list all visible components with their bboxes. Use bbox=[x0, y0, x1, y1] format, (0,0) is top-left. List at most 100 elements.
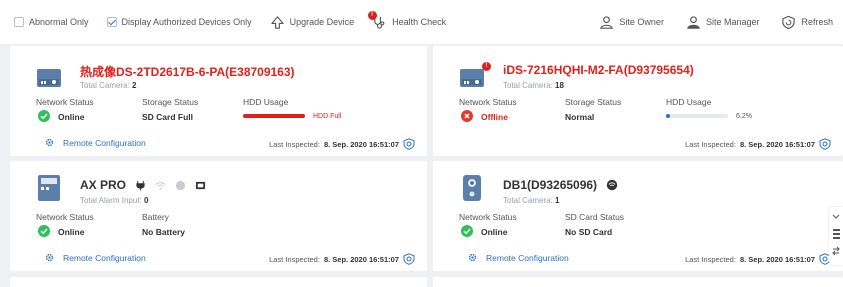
card-footer: Remote Configuration Last Inspected: 8. … bbox=[10, 130, 427, 156]
online-check-icon bbox=[38, 225, 50, 237]
device-card[interactable]: 热成像DS-2TD2617B-6-PA(E38709163) Total Cam… bbox=[10, 46, 427, 156]
battery-value: No Battery bbox=[142, 227, 185, 237]
refresh-label: Refresh bbox=[801, 17, 833, 27]
display-authorized-check-box[interactable] bbox=[106, 17, 117, 27]
network-status-value: Online bbox=[58, 112, 85, 122]
inspect-shield-icon[interactable] bbox=[819, 138, 831, 150]
message-icon bbox=[195, 181, 206, 189]
last-inspected-label: Last Inspected: bbox=[685, 254, 736, 264]
last-inspected-value: 8. Sep. 2020 16:51:07 bbox=[323, 139, 399, 149]
device-card-partial[interactable] bbox=[433, 277, 843, 287]
remote-configuration-link[interactable]: Remote Configuration bbox=[467, 252, 569, 263]
display-authorized-checkbox[interactable]: Display Authorized Devices Only bbox=[106, 17, 252, 27]
last-inspected: Last Inspected: 8. Sep. 2020 16:51:07 bbox=[269, 253, 415, 265]
site-manager-button[interactable]: Site Manager bbox=[686, 15, 760, 30]
last-inspected-label: Last Inspected: bbox=[685, 139, 736, 149]
network-status-label: Network Status bbox=[459, 97, 517, 107]
remote-configuration-label: Remote Configuration bbox=[486, 252, 569, 263]
online-check-icon bbox=[461, 225, 473, 237]
abnormal-only-checkbox[interactable]: Abnormal Only bbox=[14, 17, 89, 27]
last-inspected: Last Inspected: 8. Sep. 2020 16:51:07 bbox=[685, 253, 831, 265]
device-name-text: DB1(D93265096) bbox=[503, 178, 598, 192]
inspect-shield-icon[interactable] bbox=[403, 253, 415, 265]
battery-label: Battery bbox=[142, 212, 169, 222]
sd-card-status-value: No SD Card bbox=[565, 227, 613, 237]
doorbell-device-icon bbox=[463, 175, 481, 201]
side-tool-icons[interactable] bbox=[829, 207, 843, 265]
device-card-partial[interactable] bbox=[10, 277, 427, 287]
site-owner-label: Site Owner bbox=[619, 17, 664, 27]
upgrade-device-button[interactable]: Upgrade Device ! bbox=[270, 10, 377, 30]
network-status-label: Network Status bbox=[459, 212, 517, 222]
remote-configuration-label: Remote Configuration bbox=[63, 252, 146, 263]
total-camera-label: Total Camera: bbox=[503, 196, 553, 205]
device-subtitle: Total Camera: 2 bbox=[80, 81, 136, 90]
remote-configuration-link[interactable]: Remote Configuration bbox=[44, 252, 146, 263]
last-inspected-label: Last Inspected: bbox=[269, 254, 320, 264]
device-subtitle: Total Camera: 1 bbox=[503, 196, 559, 205]
alarm-panel-icon bbox=[38, 175, 60, 201]
device-name[interactable]: 热成像DS-2TD2617B-6-PA(E38709163) bbox=[80, 63, 295, 80]
device-alert-badge: ! bbox=[482, 62, 491, 71]
upgrade-icon bbox=[270, 15, 284, 29]
device-name[interactable]: iDS-7216HQHI-M2-FA(D93795654) bbox=[503, 63, 694, 77]
total-camera-value: 1 bbox=[555, 196, 560, 205]
refresh-button[interactable]: Refresh bbox=[781, 15, 833, 30]
camera-device-icon bbox=[37, 69, 61, 87]
storage-status-value: Normal bbox=[565, 112, 595, 122]
display-authorized-label: Display Authorized Devices Only bbox=[121, 17, 252, 27]
user-manager-icon bbox=[687, 15, 700, 29]
gear-icon bbox=[45, 253, 54, 262]
device-card[interactable]: ! iDS-7216HQHI-M2-FA(D93795654) Total Ca… bbox=[433, 46, 843, 156]
total-alarm-input-value: 0 bbox=[144, 196, 149, 205]
upgrade-device-label: Upgrade Device bbox=[289, 17, 355, 27]
last-inspected: Last Inspected: 8. Sep. 2020 16:51:07 bbox=[685, 138, 831, 150]
site-manager-label: Site Manager bbox=[705, 17, 760, 27]
total-camera-value: 18 bbox=[555, 81, 564, 90]
toolbar: Abnormal Only Display Authorized Devices… bbox=[0, 0, 843, 44]
last-inspected-value: 8. Sep. 2020 16:51:07 bbox=[739, 139, 815, 149]
total-alarm-input-label: Total Alarm Input: bbox=[80, 196, 142, 205]
total-camera-label: Total Camera: bbox=[80, 81, 130, 90]
hdd-usage-text: HDD Full bbox=[313, 113, 342, 120]
remote-configuration-label: Remote Configuration bbox=[63, 137, 146, 148]
health-check-label: Health Check bbox=[392, 17, 447, 27]
refresh-shield-icon bbox=[782, 15, 796, 29]
storage-status-value: SD Card Full bbox=[142, 112, 194, 122]
cloud-connected-icon bbox=[606, 179, 618, 191]
gear-icon bbox=[468, 253, 477, 262]
inspect-shield-icon[interactable] bbox=[403, 138, 415, 150]
site-owner-button[interactable]: Site Owner bbox=[599, 15, 664, 30]
remote-configuration-link[interactable]: Remote Configuration bbox=[44, 137, 146, 148]
hdd-usage-label: HDD Usage bbox=[243, 97, 289, 107]
hdd-usage-fill bbox=[666, 114, 670, 118]
user-icon bbox=[600, 15, 614, 29]
last-inspected-label: Last Inspected: bbox=[269, 139, 320, 149]
device-subtitle: Total Camera: 18 bbox=[503, 81, 564, 90]
card-footer: Remote Configuration Last Inspected: 8. … bbox=[433, 245, 843, 271]
total-camera-value: 2 bbox=[132, 81, 137, 90]
hdd-usage-bar bbox=[243, 114, 305, 118]
last-inspected: Last Inspected: 8. Sep. 2020 16:51:07 bbox=[269, 138, 415, 150]
device-card[interactable]: DB1(D93265096) Total Camera: 1 Network S… bbox=[433, 161, 843, 271]
gear-icon bbox=[45, 138, 54, 147]
side-tool-panel bbox=[829, 207, 843, 265]
device-name[interactable]: DB1(D93265096) bbox=[503, 178, 618, 192]
offline-x-icon bbox=[461, 110, 473, 122]
network-status-value: Offline bbox=[481, 112, 508, 122]
hdd-usage-fill bbox=[243, 114, 305, 118]
device-name[interactable]: AX PRO bbox=[80, 178, 206, 192]
network-status-value: Online bbox=[481, 227, 508, 237]
network-status-label: Network Status bbox=[36, 97, 94, 107]
last-inspected-value: 8. Sep. 2020 16:51:07 bbox=[323, 254, 399, 264]
abnormal-only-label: Abnormal Only bbox=[29, 17, 89, 27]
storage-status-label: Storage Status bbox=[565, 97, 622, 107]
storage-status-label: Storage Status bbox=[142, 97, 199, 107]
health-check-button[interactable]: Health Check bbox=[372, 15, 446, 30]
network-status-value: Online bbox=[58, 227, 85, 237]
device-card[interactable]: AX PRO Total Alarm Input: 0 Network Stat… bbox=[10, 161, 427, 271]
abnormal-only-check-box[interactable] bbox=[14, 17, 24, 27]
device-name-text: AX PRO bbox=[80, 178, 127, 192]
last-inspected-value: 8. Sep. 2020 16:51:07 bbox=[739, 254, 815, 264]
hdd-usage-text: 6.2% bbox=[736, 113, 752, 120]
